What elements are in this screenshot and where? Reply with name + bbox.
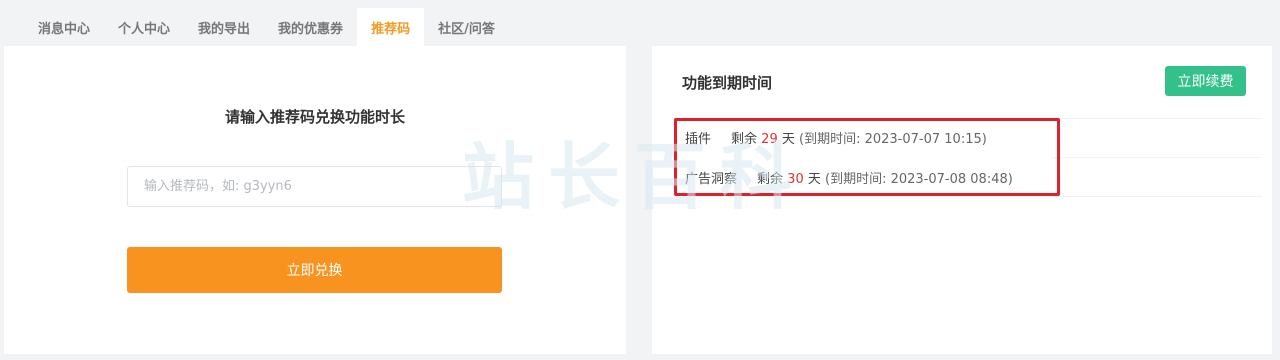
row-divider (1052, 118, 1262, 119)
tab-my-coupons[interactable]: 我的优惠券 (264, 8, 357, 46)
redeem-panel: 请输入推荐码兑换功能时长 立即兑换 (4, 46, 626, 354)
expiry-item: 插件 剩余 29 天 (到期时间: 2023-07-07 10:15) (685, 128, 987, 147)
expiry-list-highlight: 插件 剩余 29 天 (到期时间: 2023-07-07 10:15) 广告洞察剩… (674, 118, 1060, 196)
referral-code-input[interactable] (127, 166, 502, 207)
feature-name: 插件 (685, 132, 712, 147)
remaining-label: 剩余 (757, 172, 784, 187)
redeem-title: 请输入推荐码兑换功能时长 (224, 108, 405, 126)
remaining-label: 剩余 (731, 132, 758, 147)
feature-name: 广告洞察 (685, 172, 738, 187)
remaining-days: 29 (761, 132, 778, 147)
expiry-item: 广告洞察 剩余 30 天 (到期时间: 2023-07-08 08:48) (685, 168, 1013, 187)
row-divider (1052, 157, 1262, 158)
tab-message-center[interactable]: 消息中心 (24, 8, 104, 46)
row-divider (1052, 196, 1262, 197)
tab-community-qa[interactable]: 社区/问答 (424, 8, 509, 46)
remaining-days: 30 (787, 172, 804, 187)
renew-button[interactable]: 立即续费 (1165, 66, 1246, 96)
tab-referral-code[interactable]: 推荐码 (357, 8, 425, 46)
days-unit: 天 (781, 132, 795, 147)
expiry-panel: 功能到期时间 立即续费 插件 剩余 29 天 (到期时间: 2023-07-07 … (652, 46, 1272, 354)
account-tabs: 消息中心 个人中心 我的导出 我的优惠券 推荐码 社区/问答 (0, 8, 1280, 46)
expiry-title: 功能到期时间 (682, 74, 773, 92)
tab-my-exports[interactable]: 我的导出 (184, 8, 264, 46)
tab-personal-center[interactable]: 个人中心 (104, 8, 184, 46)
redeem-button[interactable]: 立即兑换 (127, 247, 502, 293)
expiry-date: (到期时间: 2023-07-07 10:15) (799, 132, 987, 147)
days-unit: 天 (807, 172, 821, 187)
expiry-date: (到期时间: 2023-07-08 08:48) (825, 172, 1013, 187)
